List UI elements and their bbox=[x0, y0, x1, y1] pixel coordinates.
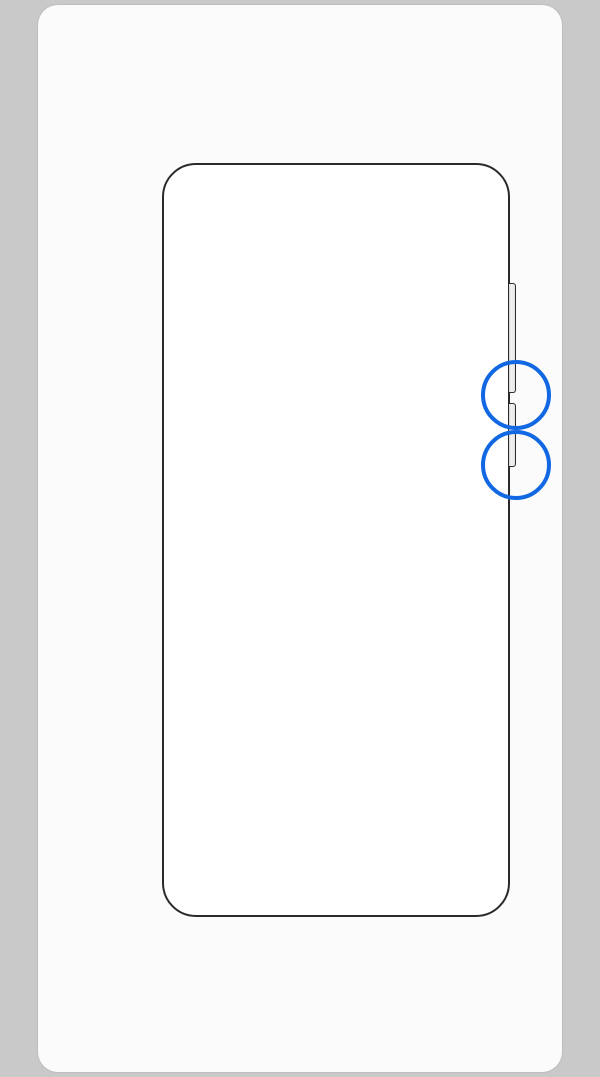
gallery-flower-icon bbox=[273, 666, 323, 716]
app-label: Галерея bbox=[279, 723, 317, 734]
status-time: 10:34 bbox=[187, 179, 220, 193]
app-grid: Galaxy Store Галерея Play Store Google bbox=[184, 666, 488, 734]
mute-icon bbox=[398, 180, 411, 193]
status-bar[interactable]: 10:34 59% bbox=[170, 172, 502, 200]
messages-icon[interactable] bbox=[311, 806, 361, 856]
weather-widget[interactable]: Коснитесь, чтобы посмотреть информацию о… bbox=[170, 400, 502, 478]
maps-icon bbox=[451, 684, 464, 698]
app-folder-google[interactable]: Google bbox=[417, 666, 483, 734]
back-icon[interactable] bbox=[419, 871, 475, 901]
app-label: Galaxy Store bbox=[194, 723, 250, 734]
chrome-icon bbox=[451, 669, 464, 683]
google-lens-camera-icon[interactable] bbox=[448, 600, 466, 618]
google-g-icon bbox=[206, 599, 225, 618]
phone-icon[interactable] bbox=[192, 806, 242, 856]
side-key-highlight bbox=[481, 430, 551, 500]
galaxy-store-icon bbox=[197, 666, 247, 716]
home-icon[interactable] bbox=[308, 871, 364, 901]
volume-key-highlight bbox=[481, 360, 551, 430]
dock bbox=[192, 806, 480, 856]
folder-preview-grid bbox=[425, 666, 475, 716]
weather-text-line-2: посмотреть информацию bbox=[268, 450, 404, 463]
battery-percent: 59% bbox=[450, 179, 475, 193]
gmail-icon bbox=[436, 684, 449, 698]
weather-text-line-1: Коснитесь, чтобы bbox=[288, 437, 384, 449]
app-galaxy-store[interactable]: Galaxy Store bbox=[189, 666, 255, 734]
phone-device: 10:34 59% Коснитесь, чтобы посмотреть ин… bbox=[162, 163, 516, 917]
page-indicator bbox=[170, 778, 502, 786]
do-not-disturb-icon bbox=[433, 180, 446, 193]
wifi-icon bbox=[415, 180, 429, 193]
phone-screen: 10:34 59% Коснитесь, чтобы посмотреть ин… bbox=[170, 172, 502, 908]
apps-list-icon[interactable] bbox=[304, 779, 314, 786]
app-label: Google bbox=[434, 723, 466, 734]
instruction-card: 10:34 59% Коснитесь, чтобы посмотреть ин… bbox=[38, 5, 562, 1072]
wallpaper bbox=[170, 172, 502, 908]
page-dot[interactable] bbox=[344, 779, 351, 785]
google-folder-icon bbox=[425, 666, 475, 716]
home-page-icon[interactable] bbox=[324, 778, 334, 786]
app-label: Play Store bbox=[351, 723, 397, 734]
app-play-store[interactable]: Play Store bbox=[341, 666, 407, 734]
page-dot[interactable] bbox=[361, 779, 368, 785]
navigation-bar bbox=[170, 864, 502, 908]
battery-icon bbox=[478, 179, 487, 193]
cloud-sun-plus-icon bbox=[315, 400, 357, 430]
camera-icon[interactable] bbox=[430, 806, 480, 856]
google-search-icon bbox=[436, 669, 449, 683]
status-icons: 59% bbox=[398, 179, 487, 193]
google-search-bar[interactable] bbox=[192, 588, 480, 629]
app-gallery[interactable]: Галерея bbox=[265, 666, 331, 734]
microphone-icon[interactable] bbox=[421, 600, 436, 618]
weather-text-line-3: о погоде bbox=[313, 464, 359, 476]
recents-icon[interactable] bbox=[197, 871, 253, 901]
play-store-icon bbox=[349, 666, 399, 716]
weather-widget-text: Коснитесь, чтобы посмотреть информацию о… bbox=[246, 437, 426, 478]
youtube-icon bbox=[443, 699, 457, 713]
